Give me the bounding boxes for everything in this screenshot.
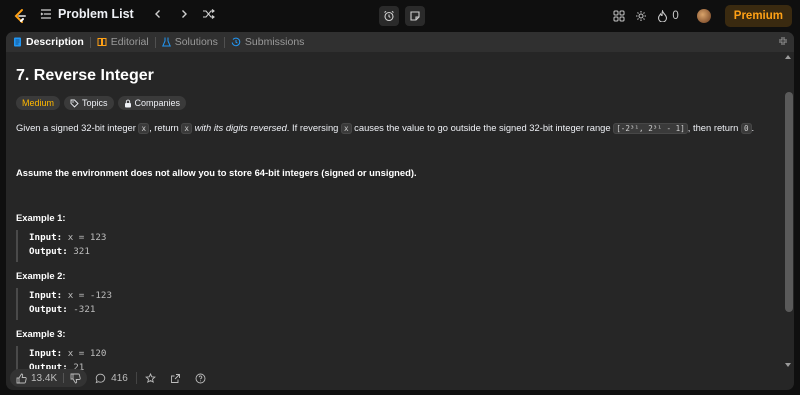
tab-divider — [89, 36, 91, 48]
output-label: Output: — [29, 246, 68, 257]
settings-gear-icon[interactable] — [635, 10, 647, 22]
flask-icon — [161, 37, 171, 47]
output-value: 321 — [67, 246, 90, 257]
range-code: [-2³¹, 2³¹ - 1] — [613, 123, 688, 134]
topics-label: Topics — [82, 98, 108, 108]
desc-text: . — [751, 122, 755, 133]
comment-count: 416 — [111, 372, 128, 384]
collapse-panel-icon[interactable] — [778, 36, 788, 46]
output-label: Output: — [29, 304, 68, 315]
book-icon — [97, 37, 107, 47]
problem-footer-bar: 13.4K 416 — [6, 366, 794, 390]
tab-submissions[interactable]: Submissions — [231, 36, 305, 48]
problem-content: 7. Reverse Integer Medium Topics Compani… — [16, 52, 776, 378]
list-icon — [40, 8, 52, 20]
description-panel: Description Editorial Solutions Submissi… — [6, 32, 794, 390]
tab-submissions-label: Submissions — [244, 36, 305, 48]
vote-pill: 13.4K — [10, 369, 88, 387]
constraint-note: Assume the environment does not allow yo… — [16, 167, 417, 178]
example-input: Input: x = 120 — [29, 348, 106, 359]
next-problem-button[interactable] — [178, 8, 190, 20]
timer-button[interactable] — [379, 6, 399, 26]
layout-grid-icon[interactable] — [613, 10, 625, 22]
like-button[interactable]: 13.4K — [10, 373, 63, 384]
companies-label: Companies — [134, 98, 181, 108]
example-output: Output: 321 — [29, 246, 90, 257]
input-label: Input: — [29, 232, 63, 243]
problem-title: 7. Reverse Integer — [16, 67, 154, 84]
example-1-label: Example 1: — [16, 212, 66, 223]
fire-icon — [657, 10, 668, 22]
leetcode-logo-icon[interactable] — [12, 8, 28, 24]
comment-bubble-icon — [95, 373, 106, 384]
inline-code: 0 — [740, 123, 752, 134]
thumbs-up-icon — [16, 373, 27, 384]
output-value: -321 — [67, 304, 96, 315]
problem-list-label: Problem List — [58, 7, 134, 21]
desc-text: Given a signed 32-bit integer — [16, 122, 139, 133]
desc-text: , then return — [687, 122, 741, 133]
comments-button[interactable]: 416 — [95, 373, 128, 384]
user-avatar[interactable] — [696, 9, 711, 23]
desc-text: causes the value to go outside the signe… — [351, 122, 614, 133]
note-icon — [409, 10, 421, 22]
lock-icon — [124, 99, 132, 108]
notes-button[interactable] — [405, 6, 425, 26]
problem-list-button[interactable]: Problem List — [40, 7, 134, 21]
tab-solutions-label: Solutions — [174, 36, 218, 48]
example-2-label: Example 2: — [16, 270, 66, 281]
input-value: x = 120 — [62, 348, 107, 359]
input-value: x = 123 — [62, 232, 107, 243]
tab-divider — [223, 36, 225, 48]
example-output: Output: -321 — [29, 304, 95, 315]
premium-button[interactable]: Premium — [724, 5, 792, 27]
difficulty-badge: Medium — [16, 96, 61, 110]
example-2-block: Input: x = -123 Output: -321 — [16, 288, 112, 320]
scrollbar-thumb[interactable] — [785, 92, 793, 312]
alarm-clock-icon — [383, 10, 395, 22]
history-icon — [231, 37, 241, 47]
input-value: x = -123 — [62, 290, 112, 301]
inline-code: x — [138, 123, 150, 134]
shuffle-icon[interactable] — [202, 8, 215, 20]
vertical-scrollbar[interactable] — [782, 52, 794, 370]
tab-description[interactable]: Description — [13, 36, 84, 48]
example-input: Input: x = -123 — [29, 290, 112, 301]
companies-tag[interactable]: Companies — [117, 96, 187, 110]
inline-code: x — [181, 123, 192, 134]
tab-divider — [154, 36, 156, 48]
tab-solutions[interactable]: Solutions — [161, 36, 218, 48]
desc-text: . If reversing — [286, 122, 341, 133]
problem-description: Given a signed 32-bit integer x, return … — [16, 122, 755, 134]
input-label: Input: — [29, 290, 63, 301]
inline-code: x — [340, 123, 352, 134]
desc-italic-text: with its digits reversed — [194, 122, 287, 133]
example-input: Input: x = 123 — [29, 232, 106, 243]
tab-editorial[interactable]: Editorial — [97, 36, 149, 48]
scroll-up-arrow-icon[interactable] — [785, 55, 791, 59]
prev-problem-button[interactable] — [152, 8, 164, 20]
thumbs-down-icon — [70, 373, 81, 384]
tab-editorial-label: Editorial — [110, 36, 149, 48]
top-nav: Problem List 0 Premium — [0, 0, 800, 32]
problem-tags: Medium Topics Companies — [16, 96, 187, 110]
example-1-block: Input: x = 123 Output: 321 — [16, 230, 106, 262]
topics-tag[interactable]: Topics — [64, 96, 114, 110]
tag-icon — [70, 99, 79, 108]
footer-divider — [135, 372, 137, 384]
example-3-label: Example 3: — [16, 328, 66, 339]
dislike-button[interactable] — [64, 373, 87, 384]
input-label: Input: — [29, 348, 63, 359]
help-circle-icon[interactable] — [195, 373, 206, 384]
streak-count: 0 — [672, 10, 679, 22]
like-count: 13.4K — [31, 372, 58, 384]
document-icon — [13, 37, 22, 47]
panel-tab-bar: Description Editorial Solutions Submissi… — [6, 32, 794, 52]
desc-text: , return — [149, 122, 182, 133]
star-icon[interactable] — [144, 372, 156, 384]
tab-description-label: Description — [26, 36, 84, 48]
streak-counter[interactable]: 0 — [657, 10, 679, 22]
share-icon[interactable] — [170, 373, 181, 384]
